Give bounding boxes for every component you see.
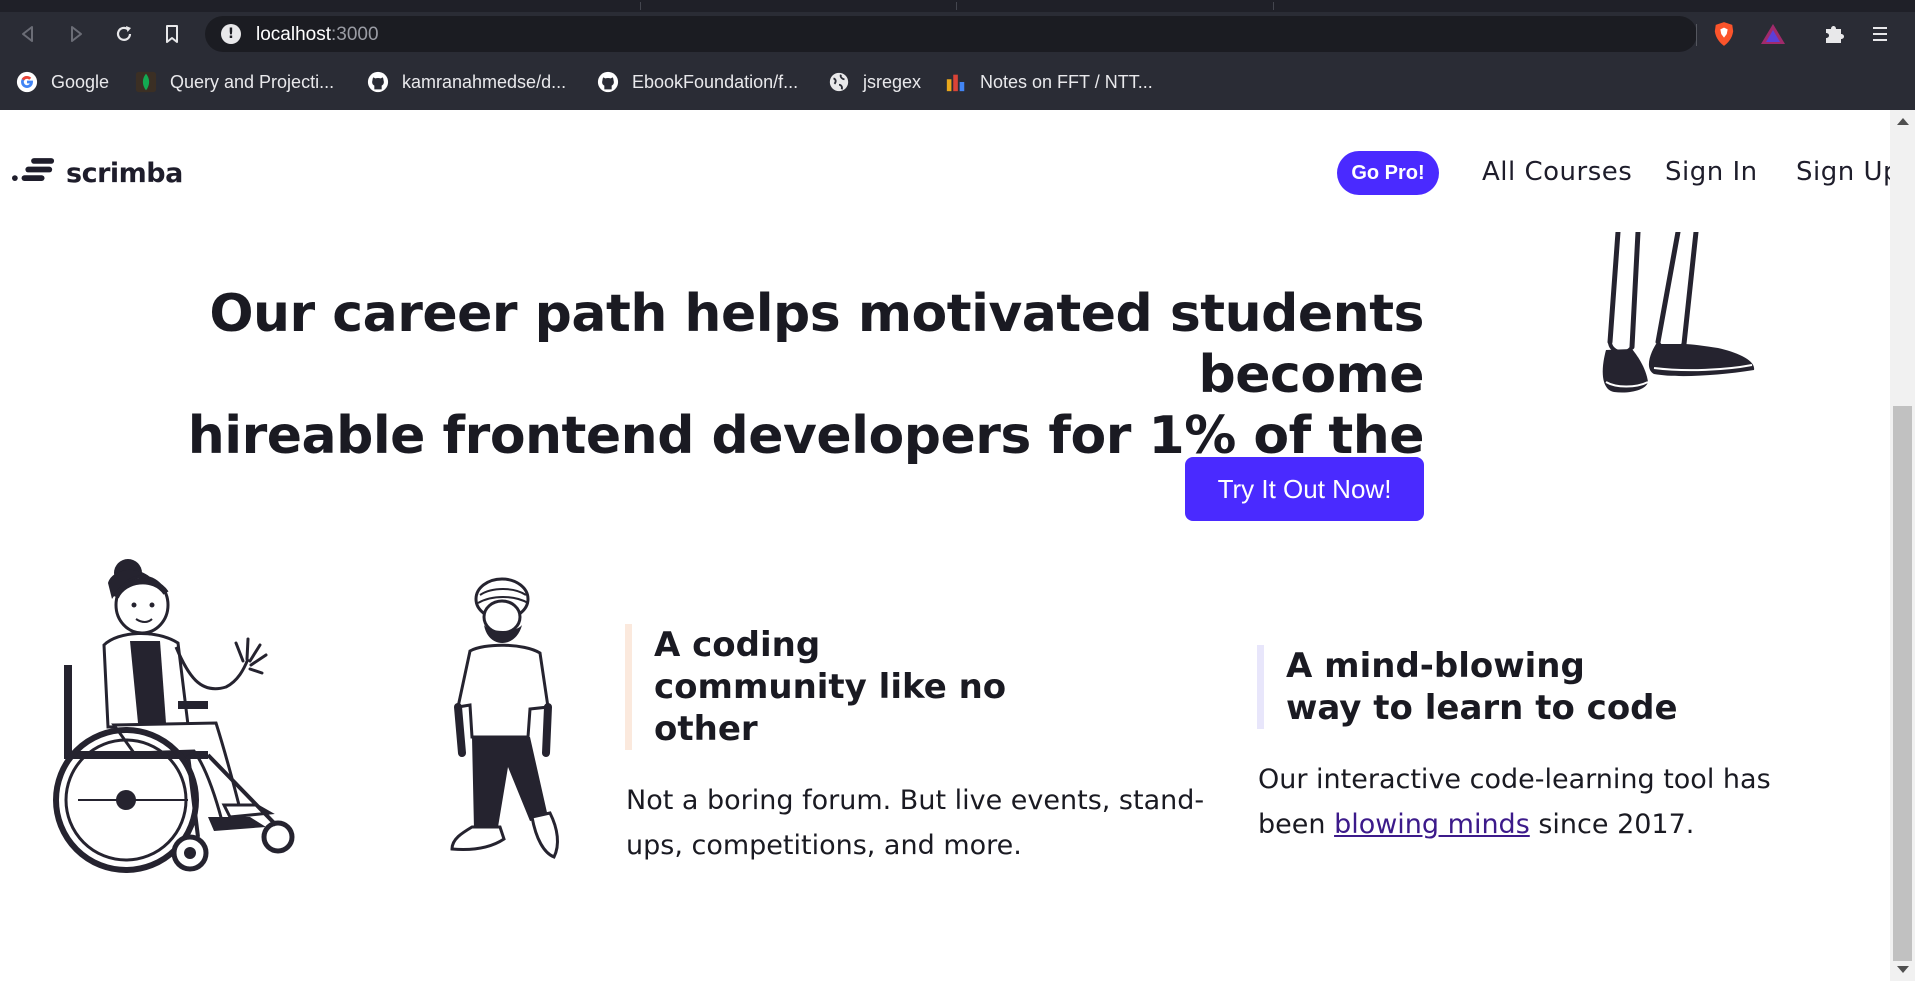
- tab-strip: [0, 0, 1915, 12]
- address-bar[interactable]: ! localhost:3000: [205, 16, 1697, 52]
- browser-chrome: ! localhost:3000 Google Query and Projec…: [0, 0, 1915, 110]
- blowing-minds-link[interactable]: blowing minds: [1334, 809, 1530, 840]
- scrimba-logo[interactable]: scrimba: [12, 157, 183, 189]
- bookmark-jsregex[interactable]: jsregex: [827, 70, 921, 94]
- bookmark-google[interactable]: Google: [15, 70, 109, 94]
- back-icon[interactable]: [14, 20, 42, 48]
- forward-icon[interactable]: [62, 20, 90, 48]
- extensions-puzzle-icon[interactable]: [1820, 20, 1848, 48]
- heading-line: way to learn to code: [1286, 688, 1678, 728]
- brave-rewards-icon[interactable]: [1759, 20, 1787, 48]
- hero-line-1: Our career path helps motivated students…: [209, 284, 1424, 405]
- url-host: localhost: [256, 24, 331, 45]
- scrimba-logo-mark-icon: [12, 157, 56, 189]
- page-scrollbar[interactable]: [1890, 110, 1915, 981]
- url-text[interactable]: localhost:3000: [256, 24, 379, 46]
- scroll-up-arrow-icon[interactable]: [1897, 118, 1909, 125]
- wheelchair-user-illustration: [53, 559, 295, 873]
- try-it-out-button[interactable]: Try It Out Now!: [1185, 457, 1424, 521]
- logo-wordmark: scrimba: [66, 157, 183, 189]
- feature-mind-blowing-heading: A mind-blowing way to learn to code: [1257, 645, 1678, 729]
- mongodb-leaf-icon: [134, 70, 158, 94]
- bar-chart-icon: [944, 70, 968, 94]
- feature-community-heading: A coding community like no other: [625, 624, 1006, 750]
- page-viewport: scrimba Go Pro! All Courses Sign In Sign…: [0, 110, 1890, 981]
- bookmarks-bar: Google Query and Projecti... kamranahmed…: [0, 60, 1915, 104]
- bookmark-label: kamranahmedse/d...: [402, 71, 567, 92]
- nav-all-courses[interactable]: All Courses: [1482, 157, 1632, 187]
- body-line: ups, competitions, and more.: [626, 830, 1022, 861]
- site-info-icon[interactable]: !: [221, 24, 241, 44]
- bookmark-label: EbookFoundation/f...: [632, 71, 799, 92]
- bookmark-ebookfoundation[interactable]: EbookFoundation/f...: [596, 70, 798, 94]
- github-icon: [596, 70, 620, 94]
- bookmark-icon[interactable]: [158, 20, 186, 48]
- github-icon: [366, 70, 390, 94]
- feature-mind-blowing-body: Our interactive code-learning tool has b…: [1258, 757, 1771, 847]
- nav-sign-in[interactable]: Sign In: [1665, 157, 1758, 187]
- globe-icon: [827, 70, 851, 94]
- body-text: been: [1258, 809, 1335, 840]
- heading-line: A mind-blowing: [1286, 646, 1585, 686]
- url-port: :3000: [331, 24, 379, 45]
- reload-icon[interactable]: [110, 20, 138, 48]
- walking-legs-illustration: [1602, 232, 1755, 393]
- bookmark-label: Query and Projecti...: [170, 71, 335, 92]
- bookmark-query-projection[interactable]: Query and Projecti...: [134, 70, 334, 94]
- tab-separator: [640, 2, 641, 10]
- walking-person-illustration: [450, 577, 559, 859]
- feature-community-body: Not a boring forum. But live events, sta…: [626, 778, 1204, 868]
- heading-line: community like no: [654, 667, 1007, 707]
- nav-sign-up[interactable]: Sign Up: [1796, 157, 1890, 187]
- browser-toolbar: ! localhost:3000: [0, 12, 1915, 56]
- brave-shields-icon[interactable]: [1710, 20, 1738, 48]
- body-text: since 2017.: [1529, 809, 1695, 840]
- tab-separator: [1273, 2, 1274, 10]
- google-icon: [15, 70, 39, 94]
- tab-separator: [956, 2, 957, 10]
- body-line: Our interactive code-learning tool has: [1258, 764, 1771, 795]
- body-line: Not a boring forum. But live events, sta…: [626, 785, 1205, 816]
- omnibox-divider: [1696, 24, 1697, 46]
- scrollbar-thumb[interactable]: [1893, 406, 1912, 961]
- bookmark-label: Notes on FFT / NTT...: [980, 71, 1153, 92]
- bookmark-kamranahmedse[interactable]: kamranahmedse/d...: [366, 70, 566, 94]
- bookmark-label: Google: [51, 71, 110, 92]
- scroll-down-arrow-icon[interactable]: [1897, 966, 1909, 973]
- menu-icon[interactable]: [1866, 20, 1894, 48]
- bookmark-label: jsregex: [863, 71, 922, 92]
- go-pro-button[interactable]: Go Pro!: [1337, 151, 1439, 195]
- bookmark-fft-notes[interactable]: Notes on FFT / NTT...: [944, 70, 1153, 94]
- heading-line: other: [654, 709, 758, 749]
- heading-line: A coding: [654, 625, 821, 665]
